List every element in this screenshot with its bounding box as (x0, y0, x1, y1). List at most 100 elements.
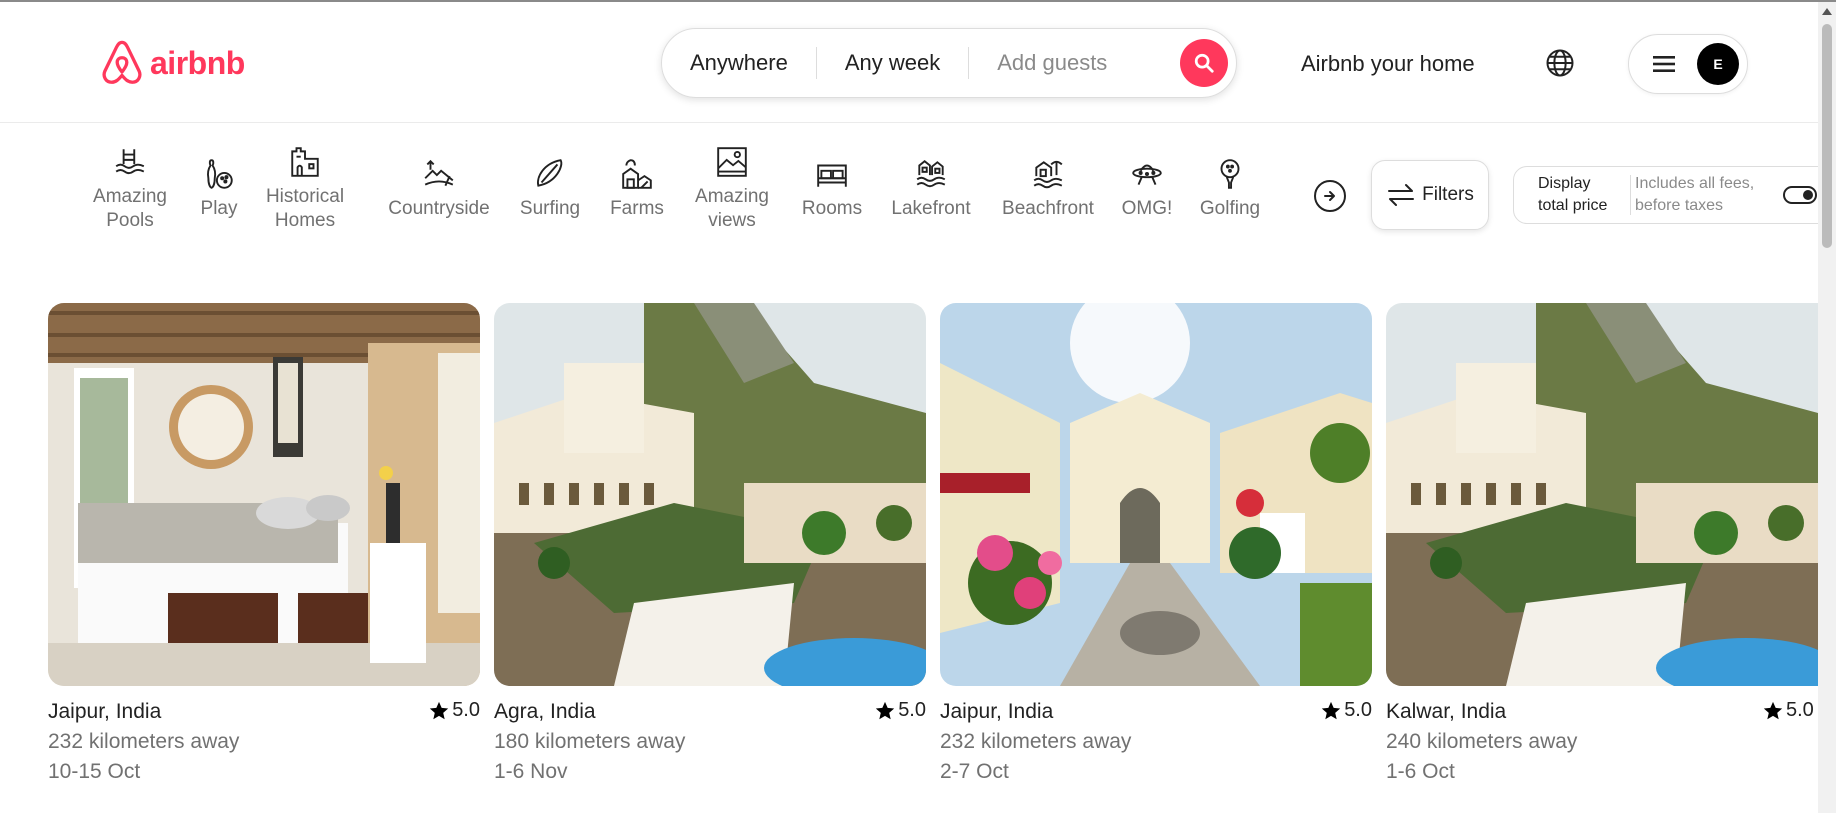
search-anywhere[interactable]: Anywhere (662, 50, 816, 76)
view-icon (717, 147, 747, 177)
listing-photo[interactable] (940, 303, 1372, 686)
countryside-icon (424, 159, 454, 187)
listing-location: Agra, India (494, 700, 596, 723)
golf-icon (1220, 159, 1240, 189)
listing-dates: 10-15 Oct (48, 760, 141, 783)
listing-dates: 1-6 Oct (1386, 760, 1455, 783)
category-label: OMG! (1121, 198, 1173, 219)
category-label: Lakefront (891, 198, 971, 219)
ufo-icon (1132, 164, 1162, 186)
category-amazing-views[interactable]: Amazing views (686, 145, 778, 233)
listing-location: Jaipur, India (48, 700, 162, 723)
category-label: Countryside (388, 198, 490, 219)
listing-card[interactable]: Jaipur, India 5.0 232 kilometers away 2-… (940, 303, 1372, 786)
arrow-right-icon (1324, 191, 1335, 201)
category-omg[interactable]: OMG! (1119, 157, 1175, 221)
total-price-label-line: Display (1538, 175, 1591, 192)
palace-photo (1386, 303, 1818, 686)
farm-icon (622, 159, 652, 189)
rating-value: 5.0 (452, 699, 480, 721)
search-any-week[interactable]: Any week (817, 50, 968, 76)
star-icon (430, 701, 449, 719)
star-icon (1763, 701, 1783, 719)
rating-value: 5.0 (1786, 699, 1814, 721)
bowling-icon (207, 159, 233, 189)
listing-location: Kalwar, India (1386, 700, 1507, 723)
category-label: Homes (274, 210, 336, 231)
page-scrollbar[interactable] (1818, 2, 1836, 813)
search-add-guests[interactable]: Add guests (969, 50, 1135, 76)
bedroom-photo (48, 303, 480, 686)
rating-value: 5.0 (1344, 699, 1372, 721)
category-beachfront[interactable]: Beachfront (993, 157, 1103, 221)
category-farms[interactable]: Farms (604, 157, 670, 221)
search-button[interactable] (1180, 39, 1228, 87)
star-icon (1322, 701, 1341, 719)
listing-photo[interactable] (494, 303, 926, 686)
display-total-price-toggle[interactable]: Display total price Includes all fees, b… (1513, 166, 1836, 224)
listing-info: Jaipur, India 5.0 232 kilometers away 10… (48, 686, 480, 786)
listing-info: Jaipur, India 5.0 232 kilometers away 2-… (940, 686, 1372, 786)
listing-dates: 1-6 Nov (494, 760, 568, 783)
category-amazing-pools[interactable]: Amazing Pools (86, 145, 174, 233)
bed-icon (817, 164, 847, 187)
scrollbar-thumb[interactable] (1822, 24, 1832, 248)
scroll-up-arrow-icon[interactable] (1822, 8, 1832, 15)
palace-photo (494, 303, 926, 686)
category-label: Amazing (93, 186, 167, 207)
star-icon (876, 701, 895, 719)
category-rooms[interactable]: Rooms (797, 157, 867, 221)
listing-rating: 5.0 (874, 699, 926, 722)
toggle-switch[interactable] (1783, 186, 1817, 204)
category-play[interactable]: Play (196, 157, 242, 221)
search-icon (1194, 53, 1214, 73)
category-label: Amazing (695, 186, 769, 207)
pool-icon (115, 149, 145, 175)
category-golfing[interactable]: Golfing (1193, 157, 1267, 221)
header: airbnb Anywhere Any week Add guests Airb… (0, 2, 1836, 123)
listing-distance: 232 kilometers away (940, 730, 1132, 753)
category-label: Farms (610, 198, 664, 219)
category-label: views (708, 210, 756, 231)
hamburger-menu-icon (1653, 56, 1675, 72)
avatar: E (1697, 43, 1739, 85)
user-menu-button[interactable]: E (1628, 34, 1748, 94)
category-label: Rooms (801, 198, 863, 219)
filters-button[interactable]: Filters (1371, 160, 1489, 230)
filter-arrows-icon (1388, 184, 1415, 206)
category-label: Surfing (519, 198, 581, 219)
total-price-desc-line: before taxes (1635, 197, 1724, 214)
category-historical-homes[interactable]: Historical Homes (262, 145, 348, 233)
filters-label: Filters (1422, 184, 1474, 205)
category-label: Historical (265, 186, 345, 207)
listing-info: Agra, India 5.0 180 kilometers away 1-6 … (494, 686, 926, 786)
lakefront-icon (916, 160, 946, 188)
rating-value: 5.0 (898, 699, 926, 721)
total-price-desc-line: Includes all fees, (1635, 175, 1755, 192)
category-label: Pools (106, 210, 154, 231)
listing-photo[interactable] (48, 303, 480, 686)
globe-icon (1546, 49, 1574, 77)
courtyard-photo (940, 303, 1372, 686)
listing-rating: 5.0 (1320, 699, 1372, 722)
airbnb-your-home-link[interactable]: Airbnb your home (1301, 51, 1475, 77)
listing-card[interactable]: Kalwar, India 5.0 240 kilometers away 1-… (1386, 303, 1818, 786)
category-countryside[interactable]: Countryside (383, 157, 495, 221)
search-bar[interactable]: Anywhere Any week Add guests (661, 28, 1237, 98)
airbnb-logo[interactable]: airbnb (100, 39, 245, 87)
category-label: Beachfront (1002, 198, 1094, 219)
language-button[interactable] (1545, 48, 1575, 83)
historical-home-icon (291, 147, 319, 177)
listing-photo[interactable] (1386, 303, 1818, 686)
surfboard-icon (537, 159, 563, 187)
airbnb-logo-icon (102, 40, 142, 84)
listing-card[interactable]: Jaipur, India 5.0 232 kilometers away 10… (48, 303, 480, 786)
categories-next-button[interactable] (1314, 180, 1346, 212)
airbnb-logo-text: airbnb (150, 44, 245, 81)
category-surfing[interactable]: Surfing (515, 157, 585, 221)
listing-card[interactable]: Agra, India 5.0 180 kilometers away 1-6 … (494, 303, 926, 786)
category-lakefront[interactable]: Lakefront (883, 157, 979, 221)
listing-rating: 5.0 (1762, 699, 1814, 722)
beach-icon (1033, 160, 1063, 189)
total-price-label-line: total price (1538, 197, 1608, 214)
